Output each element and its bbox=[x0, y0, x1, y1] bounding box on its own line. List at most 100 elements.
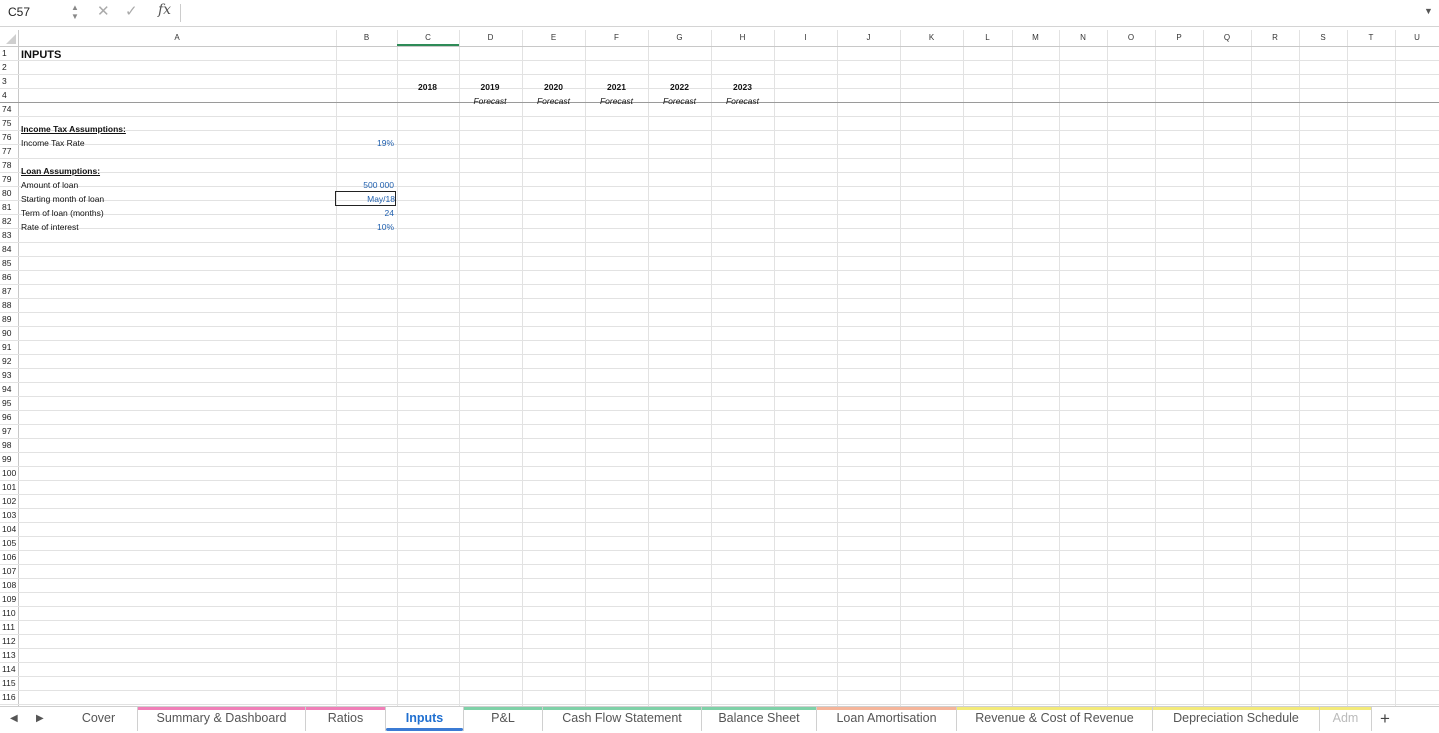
row-header[interactable]: 96 bbox=[0, 410, 20, 424]
row-header[interactable]: 84 bbox=[0, 242, 20, 256]
forecast-label[interactable]: Forecast bbox=[648, 94, 711, 108]
add-sheet-button[interactable]: + bbox=[1380, 709, 1390, 729]
forecast-label[interactable]: Forecast bbox=[459, 94, 521, 108]
column-header-i[interactable]: I bbox=[774, 30, 837, 46]
row-header[interactable]: 112 bbox=[0, 634, 20, 648]
row-header[interactable]: 88 bbox=[0, 298, 20, 312]
row-header[interactable]: 109 bbox=[0, 592, 20, 606]
row-header[interactable]: 77 bbox=[0, 144, 20, 158]
year-2022[interactable]: 2022 bbox=[648, 80, 711, 94]
row-header[interactable]: 89 bbox=[0, 312, 20, 326]
row-header[interactable]: 111 bbox=[0, 620, 20, 634]
confirm-icon[interactable]: ✓ bbox=[125, 3, 138, 21]
loan-term-label[interactable]: Term of loan (months) bbox=[21, 206, 104, 220]
row-header[interactable]: 116 bbox=[0, 690, 20, 704]
row-header[interactable]: 103 bbox=[0, 508, 20, 522]
column-header-n[interactable]: N bbox=[1059, 30, 1107, 46]
column-header-r[interactable]: R bbox=[1251, 30, 1299, 46]
sheet-title[interactable]: INPUTS bbox=[21, 48, 61, 62]
column-header-f[interactable]: F bbox=[585, 30, 648, 46]
loan-start-label[interactable]: Starting month of loan bbox=[21, 192, 104, 206]
year-2018[interactable]: 2018 bbox=[397, 80, 458, 94]
loan-rate-value[interactable]: 10% bbox=[336, 220, 394, 234]
column-header-k[interactable]: K bbox=[900, 30, 963, 46]
row-header[interactable]: 113 bbox=[0, 648, 20, 662]
row-header[interactable]: 108 bbox=[0, 578, 20, 592]
column-header-m[interactable]: M bbox=[1012, 30, 1059, 46]
column-header-d[interactable]: D bbox=[459, 30, 522, 46]
row-header[interactable]: 114 bbox=[0, 662, 20, 676]
column-header-j[interactable]: J bbox=[837, 30, 900, 46]
column-header-b[interactable]: B bbox=[336, 30, 397, 46]
row-header[interactable]: 97 bbox=[0, 424, 20, 438]
column-header-c[interactable]: C bbox=[397, 30, 459, 46]
next-sheet-icon[interactable]: ▶ bbox=[36, 713, 44, 724]
cancel-icon[interactable]: ✕ bbox=[97, 3, 110, 21]
column-header-a[interactable]: A bbox=[18, 30, 336, 46]
sheet-tab-cover[interactable]: Cover bbox=[60, 707, 138, 731]
row-header[interactable]: 106 bbox=[0, 550, 20, 564]
name-box-stepper-icon[interactable]: ▲ ▼ bbox=[70, 3, 80, 23]
row-header[interactable]: 83 bbox=[0, 228, 20, 242]
row-header[interactable]: 107 bbox=[0, 564, 20, 578]
row-header[interactable]: 75 bbox=[0, 116, 20, 130]
column-header-l[interactable]: L bbox=[963, 30, 1012, 46]
function-icon[interactable]: fx bbox=[158, 2, 171, 18]
sheet-tab-inputs[interactable]: Inputs bbox=[386, 707, 464, 731]
row-header[interactable]: 110 bbox=[0, 606, 20, 620]
row-header[interactable]: 94 bbox=[0, 382, 20, 396]
row-header[interactable]: 80 bbox=[0, 186, 20, 200]
column-header-s[interactable]: S bbox=[1299, 30, 1347, 46]
formula-input[interactable] bbox=[186, 4, 1416, 22]
row-header[interactable]: 1 bbox=[0, 46, 20, 60]
forecast-label[interactable]: Forecast bbox=[585, 94, 648, 108]
row-header[interactable]: 79 bbox=[0, 172, 20, 186]
sheet-tab-p-l[interactable]: P&L bbox=[464, 707, 543, 731]
row-header[interactable]: 4 bbox=[0, 88, 20, 102]
forecast-label[interactable]: Forecast bbox=[711, 94, 774, 108]
sheet-tab-adm[interactable]: Adm bbox=[1320, 707, 1372, 731]
row-header[interactable]: 91 bbox=[0, 340, 20, 354]
row-header[interactable]: 102 bbox=[0, 494, 20, 508]
loan-amount-value[interactable]: 500 000 bbox=[336, 178, 394, 192]
row-header[interactable]: 104 bbox=[0, 522, 20, 536]
year-2019[interactable]: 2019 bbox=[459, 80, 521, 94]
sheet-tab-loan-amortisation[interactable]: Loan Amortisation bbox=[817, 707, 957, 731]
row-header[interactable]: 115 bbox=[0, 676, 20, 690]
row-header[interactable]: 100 bbox=[0, 466, 20, 480]
column-header-p[interactable]: P bbox=[1155, 30, 1203, 46]
expand-formula-icon[interactable]: ▼ bbox=[1424, 6, 1433, 16]
row-header[interactable]: 87 bbox=[0, 284, 20, 298]
income-tax-rate-value[interactable]: 19% bbox=[336, 136, 394, 150]
year-2023[interactable]: 2023 bbox=[711, 80, 774, 94]
column-header-h[interactable]: H bbox=[711, 30, 774, 46]
sheet-tab-ratios[interactable]: Ratios bbox=[306, 707, 386, 731]
sheet-tab-depreciation-schedule[interactable]: Depreciation Schedule bbox=[1153, 707, 1320, 731]
forecast-label[interactable]: Forecast bbox=[522, 94, 585, 108]
row-header[interactable]: 95 bbox=[0, 396, 20, 410]
income-tax-rate-label[interactable]: Income Tax Rate bbox=[21, 136, 85, 150]
row-header[interactable]: 86 bbox=[0, 270, 20, 284]
year-2020[interactable]: 2020 bbox=[522, 80, 585, 94]
row-header[interactable]: 2 bbox=[0, 60, 20, 74]
column-header-u[interactable]: U bbox=[1395, 30, 1439, 46]
sheet-tab-balance-sheet[interactable]: Balance Sheet bbox=[702, 707, 817, 731]
loan-term-value[interactable]: 24 bbox=[336, 206, 394, 220]
column-header-t[interactable]: T bbox=[1347, 30, 1395, 46]
name-box[interactable]: C57 bbox=[4, 4, 66, 21]
sheet-tab-summary-dashboard[interactable]: Summary & Dashboard bbox=[138, 707, 306, 731]
row-header[interactable]: 76 bbox=[0, 130, 20, 144]
row-header[interactable]: 92 bbox=[0, 354, 20, 368]
row-header[interactable]: 3 bbox=[0, 74, 20, 88]
row-header[interactable]: 81 bbox=[0, 200, 20, 214]
row-header[interactable]: 90 bbox=[0, 326, 20, 340]
loan-rate-label[interactable]: Rate of interest bbox=[21, 220, 79, 234]
row-header[interactable]: 101 bbox=[0, 480, 20, 494]
sheet-tab-revenue-cost-of-revenue[interactable]: Revenue & Cost of Revenue bbox=[957, 707, 1153, 731]
row-header[interactable]: 85 bbox=[0, 256, 20, 270]
loan-start-value[interactable]: May/18 bbox=[335, 191, 396, 206]
row-header[interactable]: 74 bbox=[0, 102, 20, 116]
spreadsheet-grid[interactable]: ABCDEFGHIJKLMNOPQRSTU 1 2 3 4 74 75 76 77 78 79 80… bbox=[0, 30, 1439, 706]
row-header[interactable]: 78 bbox=[0, 158, 20, 172]
row-header[interactable]: 93 bbox=[0, 368, 20, 382]
